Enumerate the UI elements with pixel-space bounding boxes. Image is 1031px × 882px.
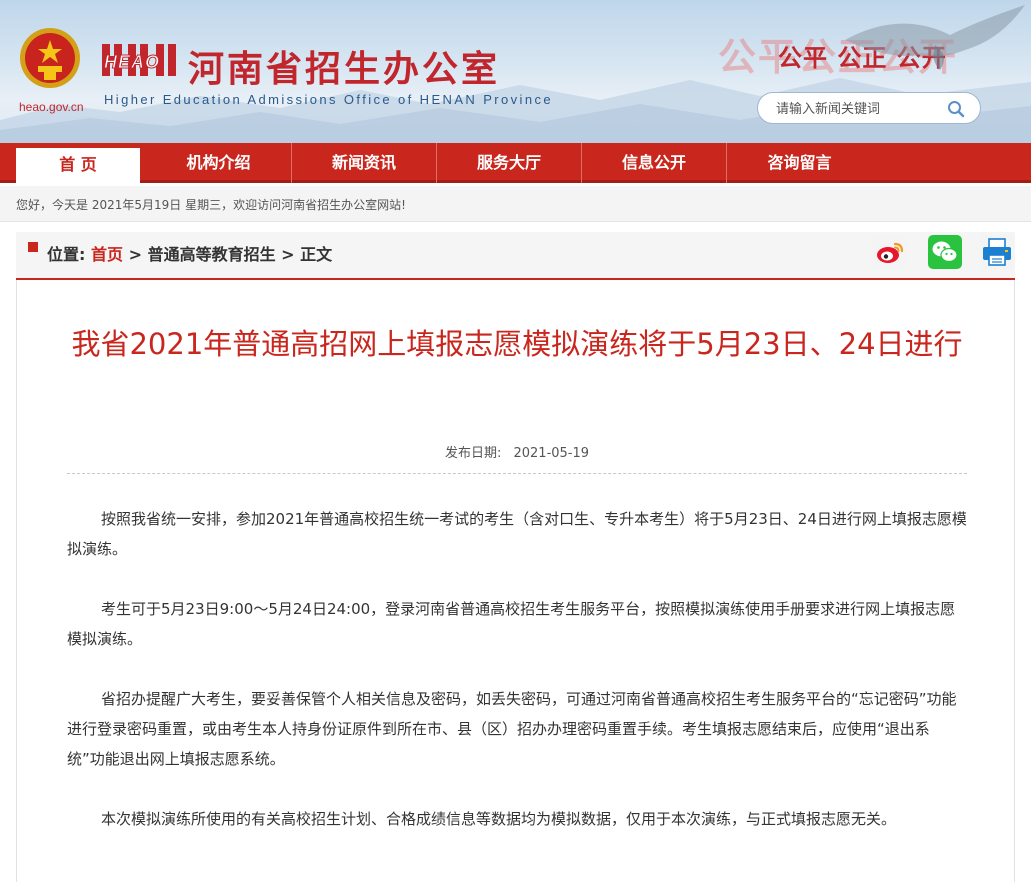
breadcrumb-home-link[interactable]: 首页: [91, 245, 123, 264]
publish-date-label: 发布日期:: [444, 446, 502, 461]
search-icon[interactable]: [946, 99, 966, 119]
publish-date: 2021-05-19: [513, 446, 590, 461]
site-title: 河南省招生办公室: [188, 49, 501, 90]
eagle-icon: [845, 5, 1025, 70]
breadcrumb-prefix: 位置:: [47, 245, 86, 264]
national-emblem-icon: [20, 28, 80, 88]
nav-item-disclosure[interactable]: 信息公开: [582, 143, 727, 183]
article-paragraph: 省招办提醒广大考生，要妥善保管个人相关信息及密码，如丢失密码，可通过河南省普通高…: [67, 690, 957, 768]
breadcrumb-separator: >: [281, 245, 295, 264]
welcome-text: 您好，今天是 2021年5月19日 星期三，欢迎访问河南省招生办公室网站!: [16, 198, 406, 212]
wechat-icon[interactable]: [928, 235, 962, 269]
title-divider: [67, 473, 967, 474]
search-input[interactable]: [776, 99, 946, 119]
breadcrumb-separator: >: [128, 245, 142, 264]
heao-logo-text: HEAO: [103, 52, 161, 73]
breadcrumb-section-link[interactable]: 普通高等教育招生: [148, 245, 276, 264]
nav-item-services[interactable]: 服务大厅: [437, 143, 582, 183]
breadcrumb-current: 正文: [300, 245, 333, 264]
nav-item-news[interactable]: 新闻资讯: [292, 143, 437, 183]
search-box: [757, 92, 981, 124]
print-icon[interactable]: [980, 235, 1014, 269]
site-domain: heao.gov.cn: [19, 100, 84, 114]
article-title: 我省2021年普通高招网上填报志愿模拟演练将于5月23日、24日进行: [71, 327, 963, 361]
article-paragraph: 本次模拟演练所使用的有关高校招生计划、合格成绩信息等数据均为模拟数据，仅用于本次…: [101, 810, 897, 828]
publish-info: 发布日期: 2021-05-19: [17, 442, 1017, 461]
article-paragraph: 按照我省统一安排，参加2021年普通高校招生统一考试的考生（含对口生、专升本考生…: [67, 510, 967, 558]
welcome-bar: 您好，今天是 2021年5月19日 星期三，欢迎访问河南省招生办公室网站!: [0, 186, 1031, 222]
main-nav: 首 页 机构介绍 新闻资讯 服务大厅 信息公开 咨询留言: [0, 143, 1031, 183]
nav-item-consult[interactable]: 咨询留言: [727, 143, 872, 183]
article-paragraph: 考生可于5月23日9:00～5月24日24:00，登录河南省普通高校招生考生服务…: [67, 600, 956, 648]
breadcrumb-marker-icon: [28, 242, 38, 252]
site-header: heao.gov.cn HEAO 河南省招生办公室 Higher Educati…: [0, 0, 1031, 143]
breadcrumb-bar: 位置: 首页 > 普通高等教育招生 > 正文: [16, 232, 1015, 280]
weibo-icon[interactable]: [873, 235, 907, 269]
breadcrumb: 位置: 首页 > 普通高等教育招生 > 正文: [47, 241, 332, 265]
nav-item-about[interactable]: 机构介绍: [146, 143, 292, 183]
site-subtitle: Higher Education Admissions Office of HE…: [104, 92, 553, 107]
nav-item-home[interactable]: 首 页: [16, 148, 140, 183]
article: 我省2021年普通高招网上填报志愿模拟演练将于5月23日、24日进行 发布日期:…: [16, 280, 1015, 882]
